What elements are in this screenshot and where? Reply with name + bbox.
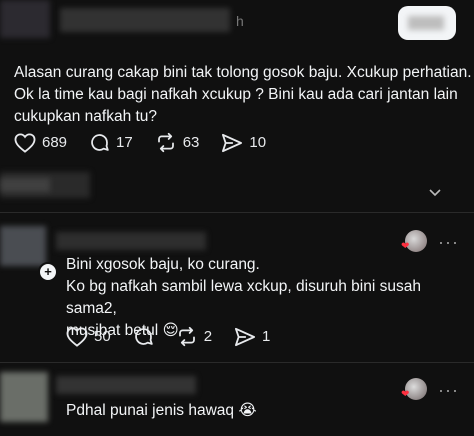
share-count: 10 xyxy=(249,134,267,151)
repost-button[interactable]: 63 xyxy=(155,132,200,153)
blurred-avatar-reply1 xyxy=(0,226,46,266)
reply1-line-1: Bini xgosok baju, ko curang. xyxy=(66,256,260,273)
post-line-3: cukupkan nafkah tu? xyxy=(14,108,158,125)
more-icon-reply2[interactable]: ··· xyxy=(438,380,459,401)
repost-icon xyxy=(157,132,174,153)
reply2-body: Pdhal punai jenis hawaq 😭 xyxy=(66,402,257,419)
post-line-2: Ok la time kau bagi nafkah xcukup ? Bini… xyxy=(14,86,458,103)
divider-1 xyxy=(0,212,474,213)
reply1-line-2: Ko bg nafkah sambil lewa xckup, disuruh … xyxy=(66,278,421,317)
repost-count: 63 xyxy=(182,134,200,151)
reply1-like-button[interactable]: 50 xyxy=(66,326,111,347)
reply1-like-count: 50 xyxy=(94,328,111,345)
blurred-avatar-top xyxy=(0,0,50,38)
like-count: 689 xyxy=(42,134,68,151)
blurred-username-reply2 xyxy=(56,376,196,394)
follow-button-label-blur xyxy=(408,16,444,30)
post-time: h xyxy=(236,13,244,29)
liked-heart-icon: ❤ xyxy=(401,241,410,252)
reply-button[interactable]: 17 xyxy=(89,132,133,153)
follow-button[interactable] xyxy=(398,6,456,40)
share-icon xyxy=(235,327,256,346)
liked-heart-icon-reply2: ❤ xyxy=(401,389,410,400)
reply1-repost-button[interactable]: 2 xyxy=(176,326,212,347)
post-actions: 689 17 63 10 xyxy=(14,132,288,153)
comment-icon xyxy=(91,134,109,151)
post-line-1: Alasan curang cakap bini tak tolong goso… xyxy=(14,64,472,81)
repost-icon xyxy=(178,326,195,347)
blurred-avatar-reply2 xyxy=(0,372,48,422)
like-button[interactable]: 689 xyxy=(14,132,68,153)
share-icon xyxy=(222,133,243,152)
heart-icon xyxy=(14,132,36,153)
blurred-username-reply1 xyxy=(56,232,206,250)
reply1-reply-button[interactable] xyxy=(133,326,154,347)
heart-icon xyxy=(66,326,88,347)
blurred-text-middle xyxy=(0,178,50,192)
more-icon[interactable]: ··· xyxy=(438,232,459,253)
comment-icon xyxy=(134,328,153,345)
share-button[interactable]: 10 xyxy=(221,133,266,153)
reply1-actions: 50 2 1 xyxy=(66,326,292,347)
blurred-username-top xyxy=(60,8,230,32)
reply1-repost-count: 2 xyxy=(203,328,213,345)
chevron-down-icon[interactable] xyxy=(429,184,441,202)
reply-count: 17 xyxy=(116,134,133,151)
divider-2 xyxy=(0,362,474,363)
reply1-share-count: 1 xyxy=(262,328,271,345)
post-body: Alasan curang cakap bini tak tolong goso… xyxy=(14,62,472,128)
plus-icon[interactable]: + xyxy=(38,262,58,282)
reply1-share-button[interactable]: 1 xyxy=(234,327,270,347)
